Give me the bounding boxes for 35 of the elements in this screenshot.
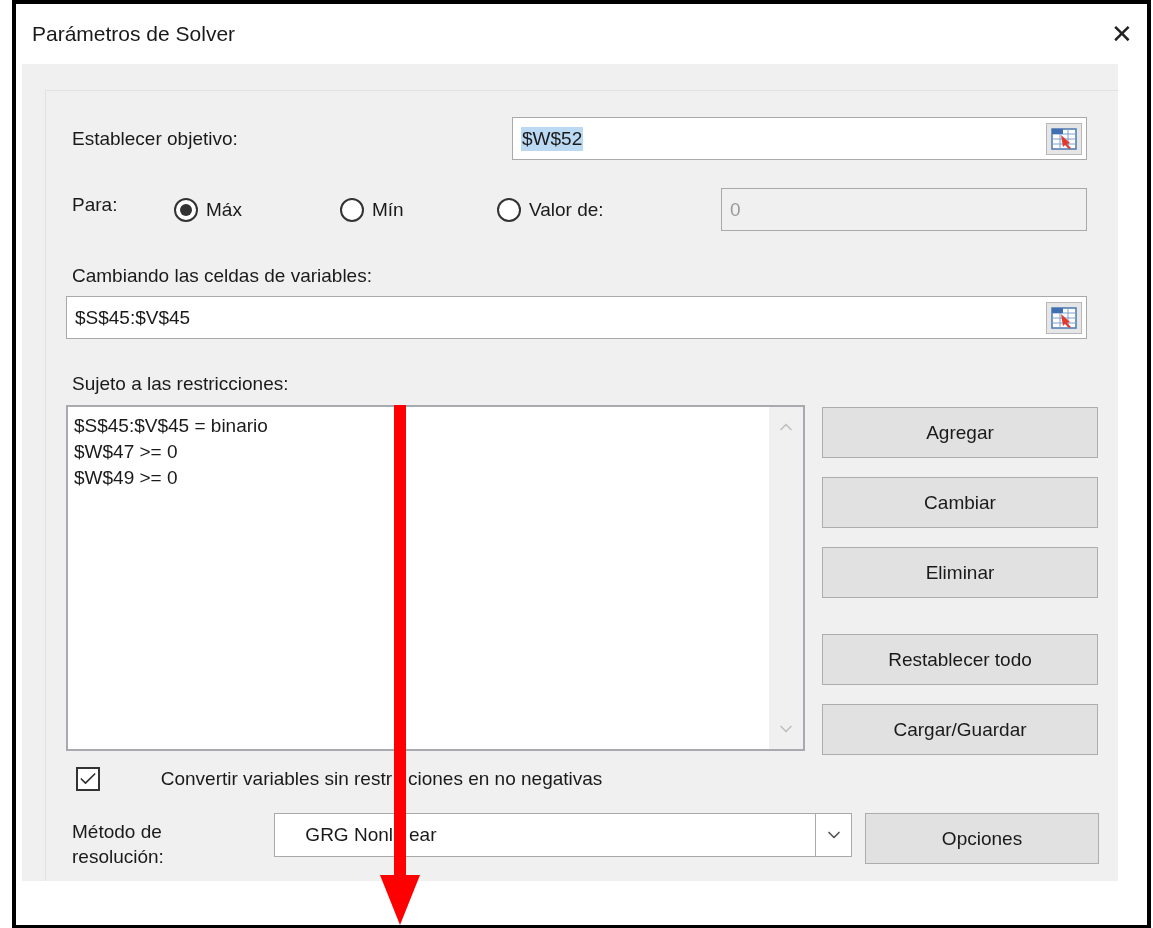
radio-label[interactable]: Mín (372, 198, 404, 221)
radio-label[interactable]: Valor de: (529, 198, 604, 221)
input-field[interactable]: $W$52 (512, 117, 1087, 160)
checkbox-label[interactable]: ciones en no negativas (408, 768, 603, 790)
dialog-button[interactable]: Cargar/Guardar (822, 704, 1098, 755)
list-item[interactable]: $W$47 >= 0 (74, 439, 763, 465)
radio-button[interactable] (174, 197, 198, 222)
dialog-button[interactable]: Agregar (822, 407, 1098, 458)
radio-button[interactable] (497, 197, 521, 222)
field-value: 0 (730, 198, 741, 221)
checkbox-label[interactable]: Convertir variables sin restr (110, 768, 392, 790)
range-select-button[interactable] (1046, 301, 1082, 334)
field-value: $W$52 (521, 126, 584, 151)
range-select-icon (1051, 306, 1077, 329)
dialog-button[interactable]: Eliminar (822, 547, 1098, 598)
checkbox[interactable] (76, 767, 100, 791)
list-item[interactable]: $W$49 >= 0 (74, 465, 763, 491)
field-label: Cambiando las celdas de variables: (72, 265, 373, 287)
dialog-button[interactable]: Restablecer todo (822, 634, 1098, 685)
field-label: Sujeto a las restricciones: (72, 373, 290, 395)
options-button[interactable]: Opciones (865, 813, 1099, 864)
field-label: Método de resolución: (72, 820, 165, 869)
radio-label[interactable]: Máx (206, 198, 242, 221)
dialog-button[interactable]: Cambiar (822, 477, 1098, 528)
field-label: Para: (72, 193, 119, 216)
close-button[interactable]: ✕ (1111, 18, 1133, 50)
range-select-button[interactable] (1046, 122, 1082, 155)
list-item[interactable]: $S$45:$V$45 = binario (74, 413, 763, 439)
method-dropdown[interactable]: GRG Nonl ear (274, 813, 852, 857)
input-field[interactable]: $S$45:$V$45 (66, 296, 1087, 339)
window-title: Parámetros de Solver (32, 22, 236, 46)
range-select-icon (1051, 127, 1077, 150)
field-value: $S$45:$V$45 (75, 306, 191, 329)
field-label: Establecer objetivo: (72, 127, 239, 150)
radio-button[interactable] (340, 197, 364, 222)
